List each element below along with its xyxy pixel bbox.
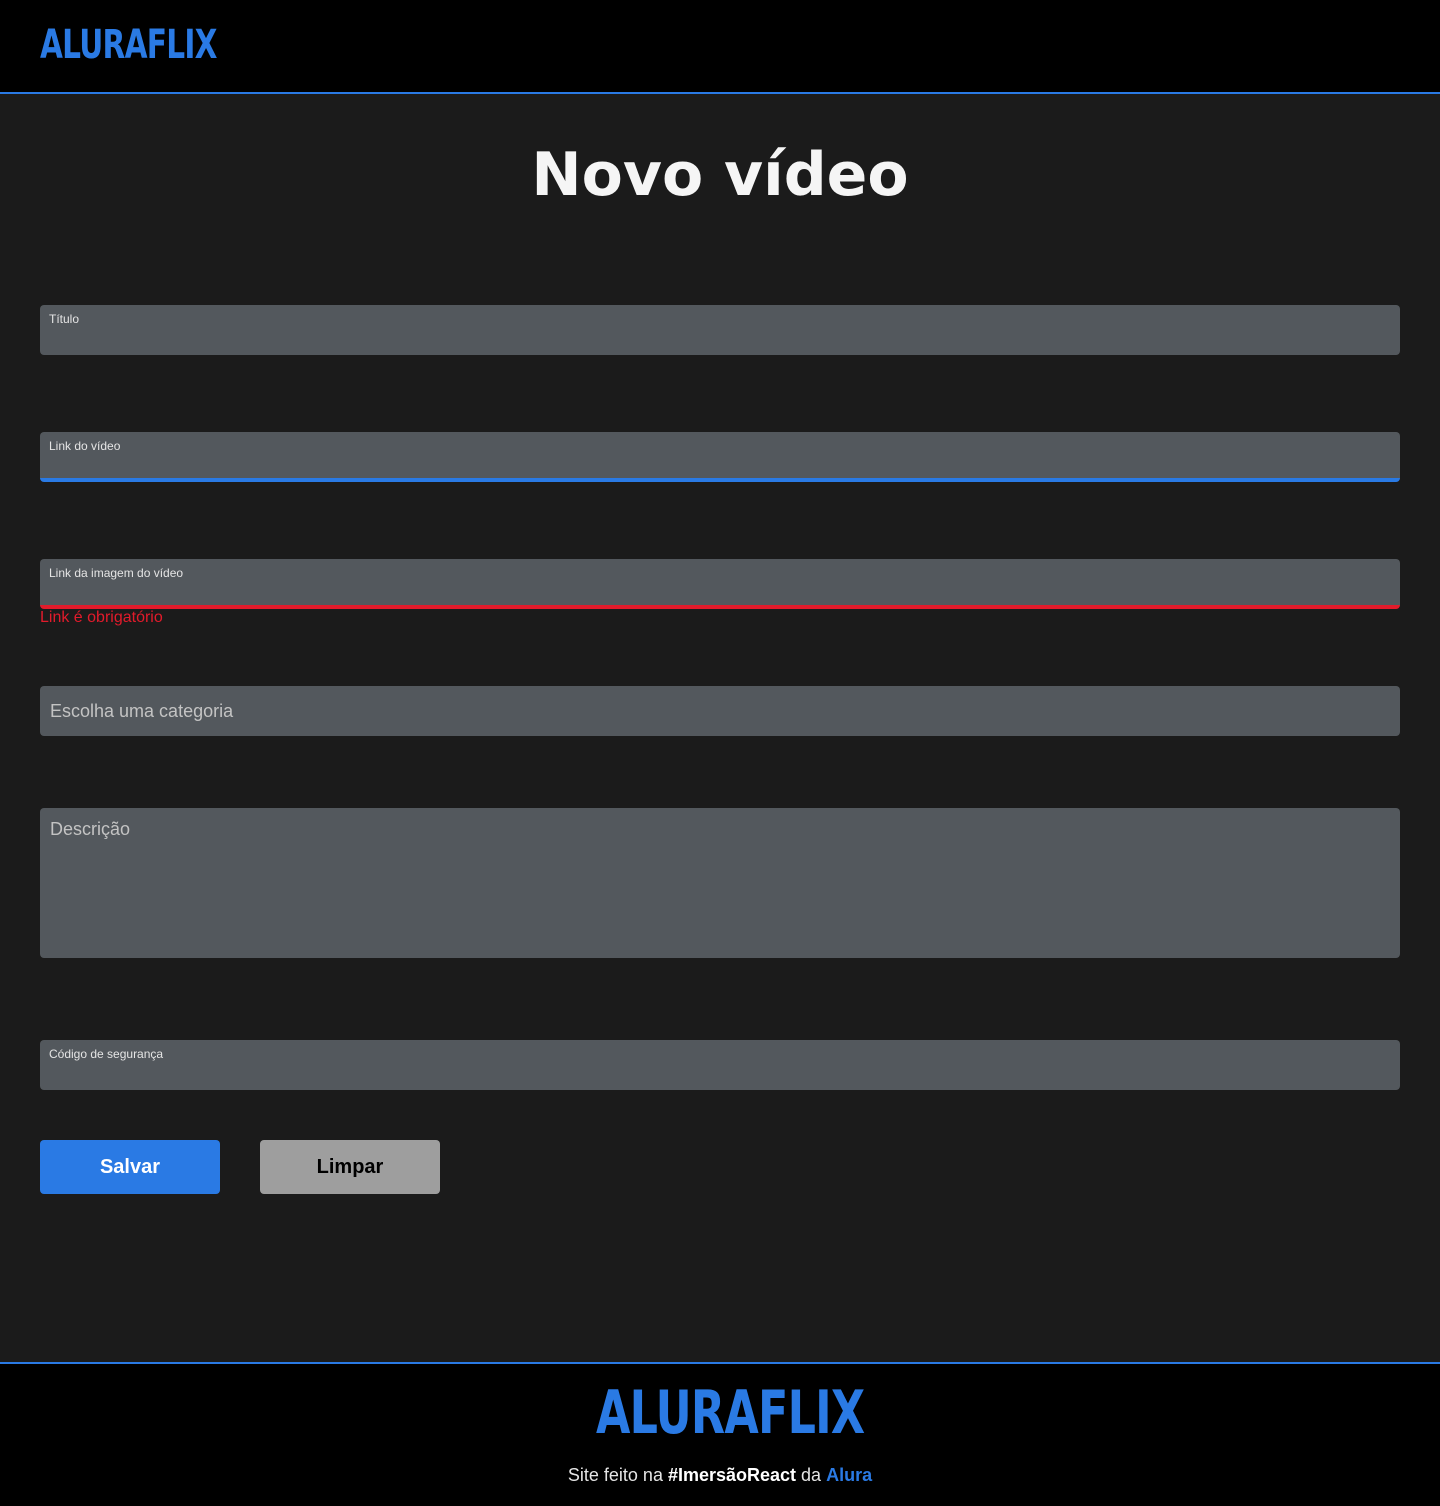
descricao-placeholder: Descrição <box>50 819 131 839</box>
titulo-label: Título <box>49 312 80 326</box>
save-button[interactable]: Salvar <box>40 1140 220 1194</box>
descricao-textarea[interactable]: Descrição <box>40 808 1400 958</box>
categoria-select[interactable]: Escolha uma categoria <box>40 686 1400 736</box>
site-header: ALURAFLIX <box>0 0 1440 94</box>
link-imagem-field[interactable]: Link da imagem do vídeo <box>40 559 1400 609</box>
footer-credit: Site feito na #ImersãoReact da Alura <box>0 1465 1440 1486</box>
codigo-field[interactable]: Código de segurança <box>40 1040 1400 1090</box>
codigo-label: Código de segurança <box>49 1047 164 1061</box>
footer-hashtag: #ImersãoReact <box>667 1465 797 1485</box>
footer-text-prefix: Site feito na <box>567 1465 668 1485</box>
link-imagem-error: Link é obrigatório <box>40 609 163 626</box>
site-footer: ALURAFLIX Site feito na #ImersãoReact da… <box>0 1362 1440 1506</box>
footer-alura-link[interactable]: Alura <box>826 1465 872 1485</box>
clear-button[interactable]: Limpar <box>260 1140 440 1194</box>
link-imagem-label: Link da imagem do vídeo <box>49 566 184 580</box>
page-title: Novo vídeo <box>531 140 909 210</box>
header-logo[interactable]: ALURAFLIX <box>40 22 217 68</box>
link-video-field[interactable]: Link do vídeo <box>40 432 1400 482</box>
footer-logo[interactable]: ALURAFLIX <box>596 1378 865 1448</box>
categoria-placeholder: Escolha uma categoria <box>50 701 234 721</box>
link-video-label: Link do vídeo <box>49 439 121 453</box>
footer-text-middle: da <box>796 1465 827 1485</box>
titulo-field[interactable]: Título <box>40 305 1400 355</box>
